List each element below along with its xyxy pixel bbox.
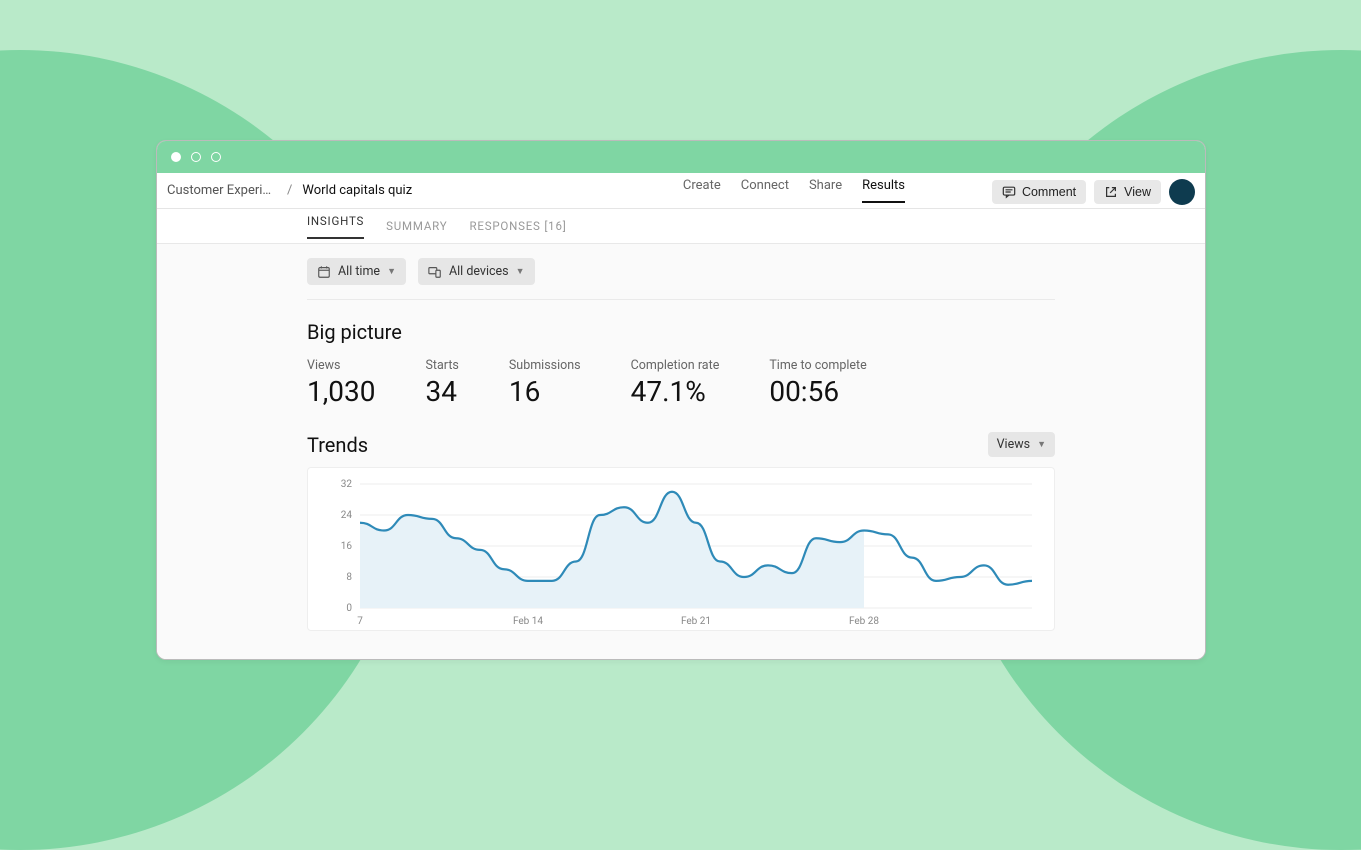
svg-text:24: 24 <box>341 510 353 521</box>
filters-row: All time ▼ All devices ▼ <box>307 258 1055 300</box>
results-subnav: INSIGHTS SUMMARY RESPONSES [16] <box>157 209 1205 244</box>
content-area: All time ▼ All devices ▼ Big picture Vie… <box>157 244 1205 659</box>
stat-submissions: Submissions 16 <box>509 358 581 408</box>
view-button[interactable]: View <box>1094 180 1161 204</box>
svg-text:Feb 14: Feb 14 <box>513 616 543 627</box>
svg-text:Feb 21: Feb 21 <box>681 616 711 627</box>
stat-completion-label: Completion rate <box>631 358 720 373</box>
stat-submissions-value: 16 <box>509 375 581 408</box>
main-nav: Create Connect Share Results <box>683 178 905 203</box>
filter-devices-label: All devices <box>449 264 509 279</box>
comment-button[interactable]: Comment <box>992 180 1086 204</box>
svg-text:8: 8 <box>346 572 352 583</box>
stat-views-value: 1,030 <box>307 375 375 408</box>
stat-completion: Completion rate 47.1% <box>631 358 720 408</box>
page-title[interactable]: World capitals quiz <box>302 183 412 198</box>
stat-starts-label: Starts <box>425 358 458 373</box>
breadcrumb-separator: / <box>287 183 292 198</box>
devices-icon <box>428 265 442 279</box>
comment-button-label: Comment <box>1022 185 1076 199</box>
svg-text:32: 32 <box>341 479 353 490</box>
stat-views: Views 1,030 <box>307 358 375 408</box>
stat-time-label: Time to complete <box>769 358 866 373</box>
trends-metric-selector[interactable]: Views ▼ <box>988 432 1055 457</box>
window-control-close-icon[interactable] <box>171 152 181 162</box>
comment-icon <box>1002 185 1016 199</box>
external-link-icon <box>1104 185 1118 199</box>
big-picture-heading: Big picture <box>307 320 1055 344</box>
app-window: Customer Experie… / World capitals quiz … <box>156 140 1206 660</box>
stat-starts-value: 34 <box>425 375 458 408</box>
trends-chart: 0 8 16 24 32 7 Feb 14 Feb 21 Feb 28 <box>307 467 1055 631</box>
nav-connect[interactable]: Connect <box>741 178 789 203</box>
svg-text:7: 7 <box>357 616 363 627</box>
nav-share[interactable]: Share <box>809 178 842 203</box>
stat-time: Time to complete 00:56 <box>769 358 866 408</box>
svg-text:0: 0 <box>346 603 352 614</box>
stat-starts: Starts 34 <box>425 358 458 408</box>
stat-submissions-label: Submissions <box>509 358 581 373</box>
nav-create[interactable]: Create <box>683 178 721 203</box>
stat-completion-value: 47.1% <box>631 375 720 408</box>
calendar-icon <box>317 265 331 279</box>
header-actions: Comment View <box>992 179 1195 205</box>
breadcrumb-parent[interactable]: Customer Experie… <box>167 183 277 198</box>
svg-text:Feb 28: Feb 28 <box>849 616 879 627</box>
nav-results[interactable]: Results <box>862 178 905 203</box>
tab-insights[interactable]: INSIGHTS <box>307 214 364 239</box>
trends-metric-label: Views <box>997 437 1030 452</box>
chevron-down-icon: ▼ <box>387 266 396 277</box>
filter-devices[interactable]: All devices ▼ <box>418 258 535 285</box>
stat-time-value: 00:56 <box>769 375 866 408</box>
view-button-label: View <box>1124 185 1151 199</box>
trends-chart-svg: 0 8 16 24 32 7 Feb 14 Feb 21 Feb 28 <box>322 478 1042 628</box>
tab-responses[interactable]: RESPONSES [16] <box>469 219 566 233</box>
avatar[interactable] <box>1169 179 1195 205</box>
stat-views-label: Views <box>307 358 375 373</box>
tab-summary[interactable]: SUMMARY <box>386 219 447 233</box>
window-control-min-icon[interactable] <box>191 152 201 162</box>
chevron-down-icon: ▼ <box>516 266 525 277</box>
stats-row: Views 1,030 Starts 34 Submissions 16 Com… <box>307 358 1055 408</box>
window-control-max-icon[interactable] <box>211 152 221 162</box>
svg-text:16: 16 <box>341 541 353 552</box>
trends-heading: Trends <box>307 433 368 457</box>
chevron-down-icon: ▼ <box>1037 439 1046 450</box>
filter-time-label: All time <box>338 264 380 279</box>
window-titlebar <box>157 141 1205 173</box>
filter-time[interactable]: All time ▼ <box>307 258 406 285</box>
trends-header: Trends Views ▼ <box>307 432 1055 457</box>
